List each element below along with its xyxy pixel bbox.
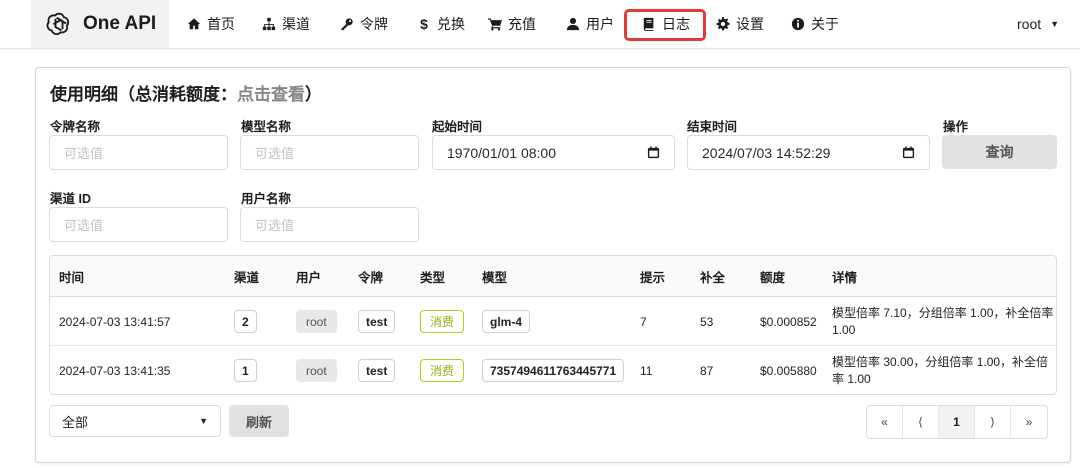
- col-type[interactable]: 类型: [420, 256, 445, 297]
- row-time: 2024-07-03 13:41:35: [59, 363, 171, 378]
- nav-tokens[interactable]: 令牌: [340, 0, 388, 48]
- channel-label: 2: [234, 310, 257, 333]
- col-prompt[interactable]: 提示: [640, 256, 665, 297]
- page-current-button[interactable]: 1: [939, 406, 975, 438]
- user-menu-label: root: [1017, 16, 1042, 32]
- row-completion: 53: [700, 314, 714, 329]
- top-navbar: One API 首页 渠道 令牌 $ 兑换 充值 用户 日志 设置 关于 roo…: [0, 0, 1080, 49]
- row-quota: $0.000852: [760, 314, 817, 329]
- token-name-label: 令牌名称: [50, 120, 101, 134]
- col-user[interactable]: 用户: [296, 256, 321, 297]
- token-name-input[interactable]: 可选值: [49, 135, 228, 170]
- logs-highlight-box: [624, 9, 706, 41]
- nav-redeem-label: 兑换: [437, 16, 465, 32]
- log-type-value: 全部: [62, 414, 89, 430]
- query-button[interactable]: 查询: [942, 135, 1057, 169]
- row-quota: $0.005880: [760, 363, 817, 378]
- channel-id-input[interactable]: 可选值: [49, 207, 228, 242]
- sitemap-icon: [262, 17, 276, 31]
- brand-name: One API: [83, 13, 157, 34]
- pagination: « ⟨ 1 ⟩ »: [866, 405, 1048, 439]
- token-label: test: [358, 359, 396, 382]
- end-time-label: 结束时间: [687, 120, 738, 134]
- calendar-icon[interactable]: [647, 146, 660, 159]
- model-name-input[interactable]: 可选值: [240, 135, 419, 170]
- row-detail: 模型倍率 30.00，分组倍率 1.00，补全倍率 1.00: [832, 354, 1049, 386]
- channel-id-label: 渠道 ID: [50, 192, 91, 206]
- title-end: ）: [305, 85, 322, 104]
- dollar-icon: $: [420, 16, 428, 32]
- row-time: 2024-07-03 13:41:57: [59, 314, 171, 329]
- user-icon: [566, 17, 580, 31]
- nav-home-label: 首页: [207, 16, 235, 32]
- start-time-input[interactable]: 1970/01/01 08:00: [432, 135, 675, 170]
- title-text: 使用明细（总消耗额度：: [50, 85, 237, 104]
- key-icon: [340, 17, 354, 31]
- username-input[interactable]: 可选值: [240, 207, 419, 242]
- nav-tokens-label: 令牌: [360, 16, 388, 32]
- nav-home[interactable]: 首页: [187, 0, 235, 48]
- action-label: 操作: [943, 120, 969, 134]
- gear-icon: [716, 17, 730, 31]
- user-label: root: [296, 310, 337, 333]
- row-completion: 87: [700, 363, 714, 378]
- user-dropdown[interactable]: root ▼: [1017, 0, 1059, 48]
- type-badge: 消费: [420, 310, 465, 333]
- page-first-button[interactable]: «: [867, 406, 903, 438]
- page-title: 使用明细（总消耗额度：点击查看）: [50, 80, 322, 105]
- nav-topup-label: 充值: [508, 16, 536, 32]
- view-total-link[interactable]: 点击查看: [237, 85, 305, 104]
- nav-about[interactable]: 关于: [791, 0, 839, 48]
- cart-icon: [488, 17, 502, 31]
- start-time-label: 起始时间: [432, 120, 483, 134]
- nav-users-label: 用户: [586, 16, 614, 32]
- nav-settings-label: 设置: [736, 16, 764, 32]
- calendar-icon[interactable]: [902, 146, 915, 159]
- row-prompt: 7: [640, 314, 647, 329]
- nav-users[interactable]: 用户: [566, 0, 614, 48]
- col-detail[interactable]: 详情: [832, 256, 857, 297]
- page-next-button[interactable]: ⟩: [975, 406, 1011, 438]
- openai-logo-icon: [46, 12, 70, 36]
- page-prev-button[interactable]: ⟨: [903, 406, 939, 438]
- col-time[interactable]: 时间: [59, 256, 84, 297]
- col-completion[interactable]: 补全: [700, 256, 725, 297]
- model-label: 7357494611763445771: [482, 359, 625, 382]
- page-last-button[interactable]: »: [1011, 406, 1047, 438]
- home-icon: [187, 17, 201, 31]
- end-time-input[interactable]: 2024/07/03 14:52:29: [687, 135, 930, 170]
- model-name-label: 模型名称: [241, 120, 292, 134]
- nav-channels[interactable]: 渠道: [262, 0, 310, 48]
- row-prompt: 11: [640, 363, 653, 378]
- type-badge: 消费: [420, 359, 465, 382]
- info-icon: [791, 17, 805, 31]
- log-type-select[interactable]: 全部 ▼: [49, 405, 221, 437]
- caret-down-icon: ▼: [1050, 19, 1060, 29]
- col-channel[interactable]: 渠道: [234, 256, 259, 297]
- username-label: 用户名称: [241, 192, 292, 206]
- end-time-value: 2024/07/03 14:52:29: [702, 144, 831, 161]
- row-detail: 模型倍率 7.10，分组倍率 1.00，补全倍率 1.00: [832, 305, 1054, 337]
- refresh-button[interactable]: 刷新: [229, 405, 289, 437]
- col-model[interactable]: 模型: [482, 256, 507, 297]
- usage-card: 使用明细（总消耗额度：点击查看） 令牌名称 可选值 模型名称 可选值 起始时间 …: [35, 67, 1071, 463]
- nav-settings[interactable]: 设置: [716, 0, 764, 48]
- table-row: 2024-07-03 13:41:57 2 root test 消费 glm-4…: [50, 297, 1056, 346]
- table-header: 时间 渠道 用户 令牌 类型 模型 提示 补全 额度 详情: [50, 256, 1056, 297]
- channel-label: 1: [234, 359, 257, 382]
- caret-down-icon: ▼: [199, 416, 208, 426]
- start-time-value: 1970/01/01 08:00: [447, 144, 556, 161]
- user-label: root: [296, 359, 337, 382]
- col-token[interactable]: 令牌: [358, 256, 383, 297]
- col-quota[interactable]: 额度: [760, 256, 785, 297]
- token-label: test: [358, 310, 396, 333]
- nav-about-label: 关于: [811, 16, 839, 32]
- nav-topup[interactable]: 充值: [488, 0, 536, 48]
- logs-table: 时间 渠道 用户 令牌 类型 模型 提示 补全 额度 详情 2024-07-03…: [49, 255, 1057, 395]
- brand-logo-link[interactable]: One API: [31, 0, 169, 48]
- table-row: 2024-07-03 13:41:35 1 root test 消费 73574…: [50, 346, 1056, 394]
- model-label: glm-4: [482, 310, 531, 333]
- nav-channels-label: 渠道: [282, 16, 310, 32]
- nav-redeem[interactable]: $ 兑换: [417, 0, 465, 48]
